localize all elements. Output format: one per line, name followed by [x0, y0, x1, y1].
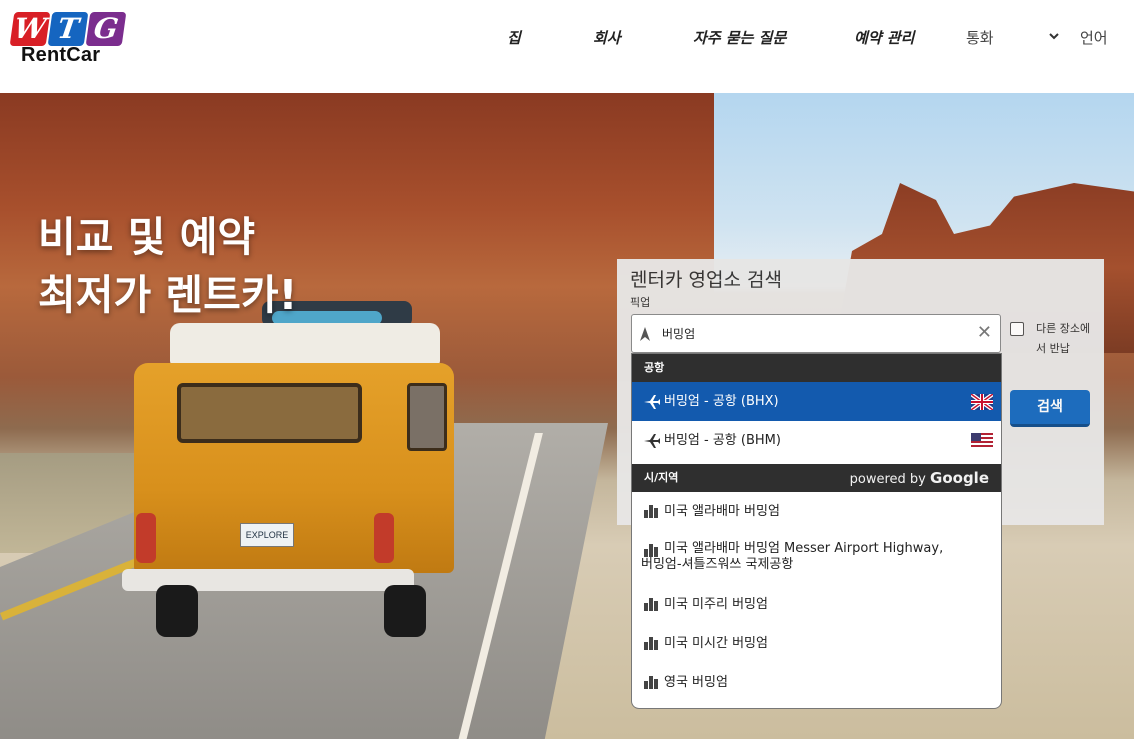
logo-text: RentCar — [21, 44, 101, 66]
van-tail-light-right — [374, 513, 394, 563]
cities-section-header: 시/지역 powered by Google — [632, 464, 1001, 492]
site-header: W T G RentCar 집 회사 자주 묻는 질문 예약 관리 통화 언어 — [0, 0, 1134, 93]
currency-selector[interactable]: 통화 — [966, 27, 994, 48]
airports-section-label: 공항 — [644, 361, 665, 374]
nav-manage-booking[interactable]: 예약 관리 — [854, 27, 914, 48]
city-option-label: 미국 앨라배마 버밍엄 — [664, 504, 780, 519]
cities-section-label: 시/지역 — [644, 471, 679, 484]
city-option-michigan[interactable]: 미국 미시간 버밍엄 — [632, 624, 1001, 663]
van-license-plate: EXPLORE — [240, 523, 294, 547]
building-icon — [644, 505, 658, 518]
logo-letter-g: G — [85, 12, 127, 46]
nav-company[interactable]: 회사 — [593, 27, 621, 48]
building-icon — [644, 676, 658, 689]
language-selector[interactable]: 언어 — [1080, 27, 1108, 48]
city-option-sublabel: 버밍엄-셔틀즈워쓰 국제공항 — [641, 557, 794, 572]
van-wheel-right — [384, 585, 426, 637]
autocomplete-dropdown: 공항 버밍엄 - 공항 (BHX) 버밍엄 - 공항 (BHM) 시/지역 po… — [631, 353, 1002, 709]
city-option-missouri[interactable]: 미국 미주리 버밍엄 — [632, 585, 1001, 624]
hero-van-image: EXPLORE — [122, 301, 467, 643]
us-flag-icon — [971, 433, 993, 449]
van-wheel-left — [156, 585, 198, 637]
logo-letter-t: T — [47, 12, 89, 46]
nav-faq[interactable]: 자주 묻는 질문 — [693, 27, 786, 48]
airports-section-header: 공항 — [632, 354, 1001, 382]
google-logo: Google — [930, 469, 989, 487]
search-panel-title: 렌터카 영업소 검색 — [630, 269, 782, 291]
airport-option-bhx[interactable]: 버밍엄 - 공항 (BHX) — [632, 382, 1001, 421]
city-option-label: 영국 버밍엄 — [664, 675, 728, 690]
building-icon — [644, 637, 658, 650]
airport-option-label: 버밍엄 - 공항 (BHX) — [664, 394, 779, 409]
city-option-label: 미국 미시간 버밍엄 — [664, 636, 768, 651]
hero-title-line1: 비교 및 예약 — [38, 213, 256, 261]
location-arrow-icon — [640, 327, 650, 341]
van-roof — [170, 323, 440, 365]
pickup-location-input[interactable]: 버밍엄 ✕ — [631, 314, 1001, 353]
hero-title-line2: 최저가 렌트카! — [38, 271, 298, 319]
logo-letter-w: W — [9, 12, 51, 46]
powered-by-google: powered by Google — [850, 464, 989, 494]
hero-title: 비교 및 예약 최저가 렌트카! — [38, 208, 297, 324]
city-option-uk[interactable]: 영국 버밍엄 — [632, 663, 1001, 702]
pickup-label: 픽업 — [630, 296, 651, 309]
clear-icon[interactable]: ✕ — [977, 323, 992, 343]
nav-home[interactable]: 집 — [507, 27, 521, 48]
city-option-label: 미국 앨라배마 버밍엄 Messer Airport Highway, — [664, 541, 944, 556]
building-icon — [644, 598, 658, 611]
logo[interactable]: W T G RentCar — [9, 12, 128, 70]
powered-by-prefix: powered by — [849, 472, 926, 487]
airport-option-bhm[interactable]: 버밍엄 - 공항 (BHM) — [632, 421, 1001, 460]
van-tail-light-left — [136, 513, 156, 563]
uk-flag-icon — [971, 394, 993, 410]
van-rear-window — [177, 383, 362, 443]
city-option-messer-airport[interactable]: 미국 앨라배마 버밍엄 Messer Airport Highway, 버밍엄-… — [632, 531, 1001, 585]
airplane-icon — [644, 395, 660, 409]
city-option-alabama[interactable]: 미국 앨라배마 버밍엄 — [632, 492, 1001, 531]
search-button[interactable]: 검색 — [1010, 390, 1090, 427]
airport-option-label: 버밍엄 - 공항 (BHM) — [664, 433, 781, 448]
building-icon — [644, 544, 658, 557]
chevron-down-icon[interactable] — [1048, 30, 1060, 42]
van-side-window — [407, 383, 447, 451]
return-other-location-checkbox[interactable] — [1010, 322, 1024, 336]
pickup-location-value[interactable]: 버밍엄 — [662, 325, 695, 342]
airplane-icon — [644, 434, 660, 448]
logo-letters: W T G — [9, 12, 127, 46]
return-other-location-label[interactable]: 다른 장소에서 반납 — [1036, 319, 1096, 359]
city-option-label: 미국 미주리 버밍엄 — [664, 597, 768, 612]
